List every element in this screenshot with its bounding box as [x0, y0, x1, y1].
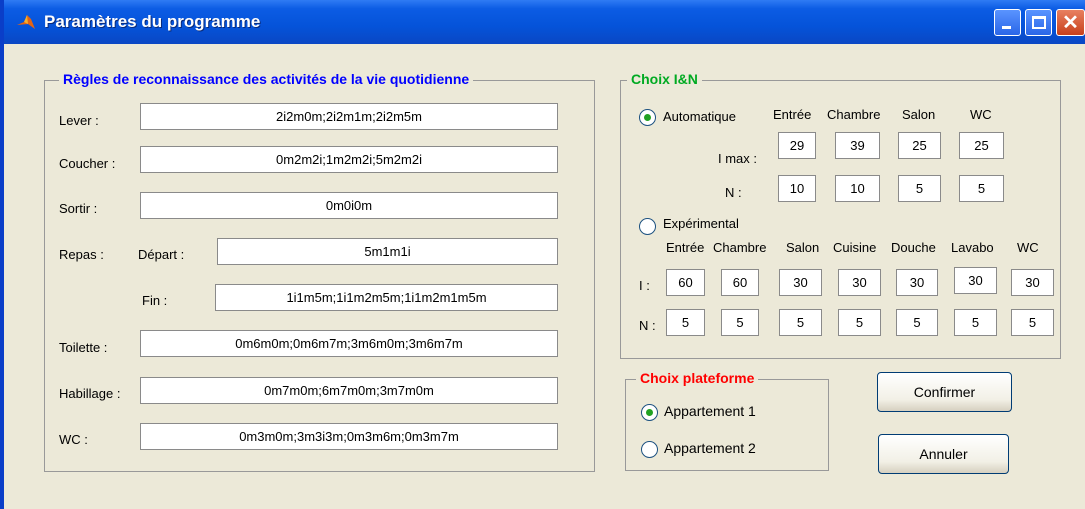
auto-header-chambre: Chambre: [827, 107, 881, 122]
regles-panel: Règles de reconnaissance des activités d…: [44, 71, 595, 472]
imax-chambre-field[interactable]: 39: [835, 132, 880, 159]
exp-n-cuisine-field[interactable]: 5: [838, 309, 881, 336]
exp-header-chambre: Chambre: [713, 240, 767, 255]
habillage-label: Habillage :: [59, 386, 121, 401]
regles-legend: Règles de reconnaissance des activités d…: [59, 71, 474, 87]
exp-header-wc: WC: [1017, 240, 1039, 255]
coucher-field[interactable]: 0m2m2i;1m2m2i;5m2m2i: [140, 146, 558, 173]
fin-label: Fin :: [142, 293, 168, 308]
exp-n-chambre-field[interactable]: 5: [721, 309, 759, 336]
wc-label: WC :: [59, 432, 88, 447]
sortir-field[interactable]: 0m0i0m: [140, 192, 558, 219]
plateforme-legend: Choix plateforme: [636, 370, 759, 386]
automatique-label[interactable]: Automatique: [663, 109, 736, 124]
maximize-icon: [1032, 16, 1046, 29]
fin-field[interactable]: 1i1m5m;1i1m2m5m;1i1m2m1m5m: [215, 284, 558, 311]
imax-wc-field[interactable]: 25: [959, 132, 1004, 159]
exp-i-entree-field[interactable]: 60: [666, 269, 705, 296]
exp-i-label: I :: [639, 278, 650, 293]
maximize-button[interactable]: [1025, 9, 1052, 36]
exp-header-entree: Entrée: [666, 240, 705, 255]
choix-in-legend: Choix I&N: [627, 71, 702, 87]
exp-n-label: N :: [639, 318, 656, 333]
wc-field[interactable]: 0m3m0m;3m3i3m;0m3m6m;0m3m7m: [140, 423, 558, 450]
imax-label: I max :: [718, 151, 758, 166]
auto-header-wc: WC: [970, 107, 992, 122]
sortir-label: Sortir :: [59, 201, 98, 216]
auto-n-label: N :: [725, 185, 742, 200]
appartement-1-label[interactable]: Appartement 1: [664, 403, 756, 419]
imax-salon-field[interactable]: 25: [898, 132, 941, 159]
choix-in-panel: Choix I&N Automatique Entrée Chambre Sal…: [620, 71, 1061, 359]
exp-i-douche-field[interactable]: 30: [896, 269, 938, 296]
experimental-label[interactable]: Expérimental: [663, 216, 739, 231]
repas-label: Repas :: [59, 247, 104, 262]
exp-n-entree-field[interactable]: 5: [666, 309, 705, 336]
exp-i-lavabo-field[interactable]: 30: [954, 267, 997, 294]
auto-header-salon: Salon: [902, 107, 936, 122]
exp-header-salon: Salon: [786, 240, 820, 255]
close-icon: ✕: [1062, 12, 1079, 34]
plateforme-panel: Choix plateforme Appartement 1 Apparteme…: [625, 370, 829, 471]
exp-i-wc-field[interactable]: 30: [1011, 269, 1054, 296]
toilette-field[interactable]: 0m6m0m;0m6m7m;3m6m0m;3m6m7m: [140, 330, 558, 357]
exp-n-salon-field[interactable]: 5: [779, 309, 822, 336]
n-entree-field[interactable]: 10: [778, 175, 816, 202]
close-button[interactable]: ✕: [1056, 9, 1085, 36]
toilette-label: Toilette :: [59, 340, 108, 355]
window-title: Paramètres du programme: [44, 12, 261, 31]
minimize-button[interactable]: [994, 9, 1021, 36]
n-chambre-field[interactable]: 10: [835, 175, 880, 202]
automatique-radio[interactable]: [639, 109, 656, 126]
depart-label: Départ :: [138, 247, 185, 262]
exp-n-lavabo-field[interactable]: 5: [954, 309, 997, 336]
exp-i-cuisine-field[interactable]: 30: [838, 269, 881, 296]
minimize-icon: [1002, 26, 1011, 29]
appartement-2-label[interactable]: Appartement 2: [664, 440, 756, 456]
lever-label: Lever :: [59, 113, 99, 128]
title-bar[interactable]: Paramètres du programme ✕: [4, 0, 1085, 44]
exp-header-douche: Douche: [891, 240, 936, 255]
matlab-icon: [17, 15, 35, 29]
experimental-radio[interactable]: [639, 218, 656, 235]
exp-i-salon-field[interactable]: 30: [779, 269, 822, 296]
appartement-1-radio[interactable]: [641, 404, 658, 421]
exp-n-wc-field[interactable]: 5: [1011, 309, 1054, 336]
n-salon-field[interactable]: 5: [898, 175, 941, 202]
exp-i-chambre-field[interactable]: 60: [721, 269, 759, 296]
imax-entree-field[interactable]: 29: [778, 132, 816, 159]
confirmer-button[interactable]: Confirmer: [877, 372, 1012, 412]
coucher-label: Coucher :: [59, 156, 116, 171]
appartement-2-radio[interactable]: [641, 441, 658, 458]
auto-header-entree: Entrée: [773, 107, 812, 122]
lever-field[interactable]: 2i2m0m;2i2m1m;2i2m5m: [140, 103, 558, 130]
dialog-window: Paramètres du programme ✕ Règles de reco…: [0, 0, 1085, 509]
annuler-button[interactable]: Annuler: [878, 434, 1009, 474]
n-wc-field[interactable]: 5: [959, 175, 1004, 202]
exp-header-lavabo: Lavabo: [951, 240, 994, 255]
depart-field[interactable]: 5m1m1i: [217, 238, 558, 265]
exp-header-cuisine: Cuisine: [833, 240, 877, 255]
habillage-field[interactable]: 0m7m0m;6m7m0m;3m7m0m: [140, 377, 558, 404]
exp-n-douche-field[interactable]: 5: [896, 309, 938, 336]
